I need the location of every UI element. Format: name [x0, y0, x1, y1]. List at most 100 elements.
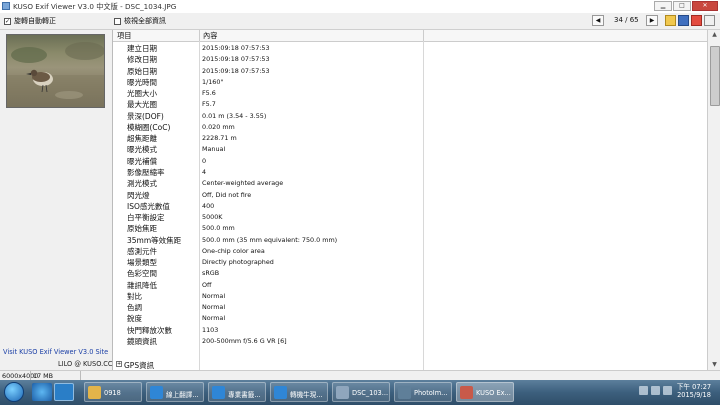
close-icon: ✕ — [702, 2, 708, 9]
taskbar-item-label: 專業書籤... — [228, 391, 261, 399]
table-row[interactable]: 色彩空間 sRGB — [113, 267, 707, 278]
table-row[interactable]: 快門釋放次數 1103 — [113, 324, 707, 335]
row-value: 2015:09:18 07:57:53 — [202, 66, 270, 75]
exif-table: 項目 內容 建立日期 2015:09:18 07:57:53 修改日期 2015:09… — [113, 30, 707, 370]
taskbar-item[interactable]: PhotoIm... — [394, 382, 452, 402]
row-value: 2015:09:18 07:57:53 — [202, 55, 270, 64]
taskbar-item[interactable]: 線上翻譯... — [146, 382, 204, 402]
vertical-scrollbar[interactable]: ▲ ▼ — [707, 30, 720, 370]
taskbar-item[interactable]: DSC_103... — [332, 382, 390, 402]
scroll-up-icon[interactable]: ▲ — [708, 30, 720, 40]
table-row[interactable]: 原始日期 2015:09:18 07:57:53 — [113, 65, 707, 76]
table-row[interactable]: 場景類型 Directly photographed — [113, 256, 707, 267]
show-all-label: 檢視全部資訊 — [124, 17, 166, 25]
show-all-checkbox[interactable]: 檢視全部資訊 — [114, 16, 166, 26]
prev-button[interactable]: ◀ — [592, 15, 604, 26]
settings-button[interactable] — [704, 15, 715, 26]
taskbar-item-label: KUSO Ex... — [476, 389, 511, 397]
system-tray — [639, 386, 672, 395]
window-title: KUSO Exif Viewer V3.0 中文版 - DSC_1034.JPG — [13, 2, 177, 11]
title-bar: KUSO Exif Viewer V3.0 中文版 - DSC_1034.JPG… — [0, 0, 720, 14]
scroll-down-icon[interactable]: ▼ — [708, 360, 720, 370]
table-row[interactable]: 影像壓縮率 4 — [113, 166, 707, 177]
taskbar-item[interactable]: 轉機牛現... — [270, 382, 328, 402]
table-row[interactable]: 35mm等效焦距 500.0 mm (35 mm equivalent: 750.… — [113, 234, 707, 245]
row-value: 4 — [202, 167, 207, 176]
table-row[interactable]: 原始焦距 500.0 mm — [113, 222, 707, 233]
close-image-button[interactable] — [691, 15, 702, 26]
gps-group-row[interactable]: + GPS資訊 — [113, 359, 707, 370]
table-row[interactable]: 雜訊降低 Off — [113, 279, 707, 290]
table-row[interactable]: 景深(DOF) 0.01 m (3.54 - 3.55) — [113, 110, 707, 121]
scroll-thumb[interactable] — [710, 46, 720, 106]
column-header-item[interactable]: 項目 — [117, 31, 131, 41]
volume-icon[interactable] — [663, 386, 672, 395]
minimize-button[interactable]: ▁ — [654, 1, 672, 11]
clock-time: 下午 07:27 — [676, 383, 712, 391]
row-value: 2228.71 m — [202, 134, 237, 143]
arrow-left-icon: ◀ — [595, 17, 601, 24]
app-icon — [212, 386, 225, 399]
row-value: 1103 — [202, 325, 219, 334]
open-folder-button[interactable] — [665, 15, 676, 26]
row-value: F5.6 — [202, 89, 216, 98]
taskbar-item[interactable]: 專業書籤... — [208, 382, 266, 402]
file-size: 17 MB — [33, 372, 54, 380]
table-row[interactable]: 感測元件 One-chip color area — [113, 245, 707, 256]
row-value: Center-weighted average — [202, 179, 284, 188]
next-button[interactable]: ▶ — [646, 15, 658, 26]
author-credit: LILO @ KUSO.CC — [58, 360, 113, 368]
app-icon — [460, 386, 473, 399]
close-button[interactable]: ✕ — [692, 1, 718, 11]
row-value: 500.0 mm — [202, 224, 235, 233]
table-row[interactable]: 光圈大小 F5.6 — [113, 87, 707, 98]
taskbar: 0918 線上翻譯... 專業書籤... 轉機牛現... DSC_103... Photo… — [0, 380, 720, 405]
table-row[interactable]: 修改日期 2015:09:18 07:57:53 — [113, 53, 707, 64]
table-row[interactable]: 曝光時間 1/160" — [113, 76, 707, 87]
taskbar-item[interactable]: KUSO Ex... — [456, 382, 514, 402]
table-row[interactable]: 模糊圈(CoC) 0.020 mm — [113, 121, 707, 132]
taskbar-item-label: 轉機牛現... — [290, 391, 323, 399]
save-button[interactable] — [678, 15, 689, 26]
auto-rotate-checkbox[interactable]: ✓ 旋轉自動轉正 — [4, 16, 56, 26]
group-label: GPS資訊 — [124, 361, 155, 370]
row-value: Directly photographed — [202, 258, 274, 267]
ie-pinned[interactable] — [32, 383, 52, 401]
column-divider[interactable] — [199, 30, 200, 41]
table-row[interactable]: 銳度 Normal — [113, 312, 707, 323]
table-row[interactable]: 曝光補償 0 — [113, 155, 707, 166]
clock[interactable]: 下午 07:27 2015/9/18 — [672, 383, 716, 399]
row-value: sRGB — [202, 269, 220, 278]
row-value: 0.020 mm — [202, 122, 235, 131]
checkbox-icon[interactable] — [114, 17, 121, 25]
table-row[interactable]: 最大光圈 F5.7 — [113, 98, 707, 109]
row-value: 200-500mm f/5.6 G VR [6] — [202, 337, 287, 346]
table-row[interactable]: 超焦距離 2228.71 m — [113, 132, 707, 143]
tray-arrow-icon[interactable] — [639, 386, 648, 395]
table-row[interactable]: 建立日期 2015:09:18 07:57:53 — [113, 42, 707, 53]
app-icon — [88, 386, 101, 399]
taskbar-item[interactable]: 0918 — [84, 382, 142, 402]
expand-icon[interactable]: + — [116, 361, 122, 367]
column-header-content[interactable]: 內容 — [203, 31, 217, 41]
start-button[interactable] — [4, 382, 24, 402]
table-row[interactable]: 白平衡設定 5000K — [113, 211, 707, 222]
row-value: 2015:09:18 07:57:53 — [202, 44, 270, 52]
visit-site-link[interactable]: Visit KUSO Exif Viewer V3.0 Site — [3, 348, 108, 356]
table-row[interactable]: ISO感光數值 400 — [113, 200, 707, 211]
taskbar-item-label: PhotoIm... — [414, 389, 448, 397]
column-divider[interactable] — [423, 30, 424, 41]
arrow-right-icon: ▶ — [649, 17, 655, 24]
checkbox-checked-icon[interactable]: ✓ — [4, 17, 11, 25]
network-icon[interactable] — [651, 386, 660, 395]
table-row[interactable]: 對比 Normal — [113, 290, 707, 301]
image-thumbnail[interactable] — [6, 34, 105, 108]
table-row[interactable]: 曝光模式 Manual — [113, 143, 707, 154]
desktop-pinned[interactable] — [54, 383, 74, 401]
row-value: Off — [202, 280, 212, 289]
table-row[interactable]: 測光模式 Center-weighted average — [113, 177, 707, 188]
table-row[interactable]: 閃光燈 Off, Did not fire — [113, 189, 707, 200]
table-row[interactable]: 色調 Normal — [113, 301, 707, 312]
table-row[interactable]: 鏡頭資訊 200-500mm f/5.6 G VR [6] — [113, 335, 707, 346]
maximize-button[interactable]: □ — [673, 1, 691, 11]
